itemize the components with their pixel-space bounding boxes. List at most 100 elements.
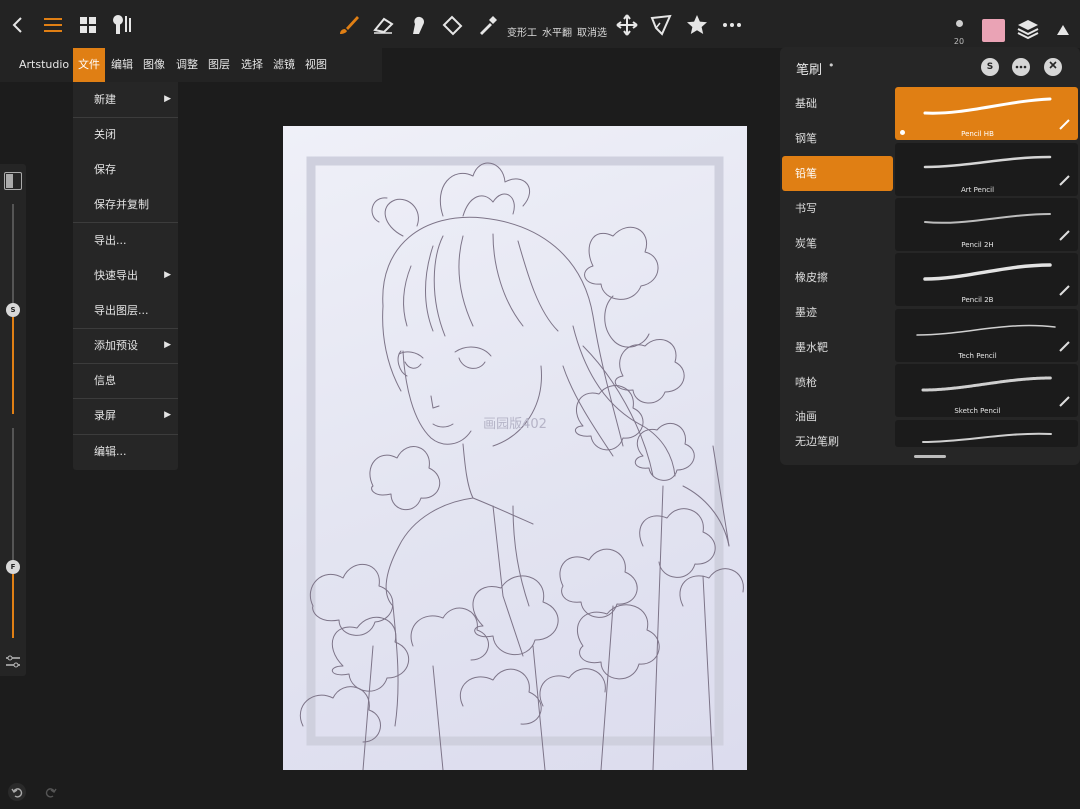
size-slider-fill [12,317,14,414]
panel-resize-handle[interactable] [914,455,946,458]
menu-item-label: 快速导出 [94,269,138,282]
star-icon[interactable] [684,12,710,38]
brush-category-oil[interactable]: 油画 [782,399,893,434]
undo-icon[interactable] [8,783,26,801]
menu-edit[interactable]: 编辑 [111,48,133,82]
brush-card-tech-pencil[interactable]: Tech Pencil [895,309,1078,362]
fill-icon[interactable] [440,12,466,38]
transform-label[interactable]: 变形工 [507,24,537,39]
opacity-slider-knob[interactable]: F [6,560,20,574]
brush-card-sketch-pencil[interactable]: Sketch Pencil [895,364,1078,417]
menu-item-info[interactable]: 信息 [73,363,178,398]
gallery-icon[interactable] [75,12,101,38]
brush-panel: 笔刷 • S 基础 钢笔 铅笔 书写 炭笔 橡皮擦 墨迹 墨水靶 喷枪 油画 无… [780,47,1080,465]
side-slider-panel: S F [0,164,26,676]
brush-category-borderless[interactable]: 无边笔刷 [782,435,893,449]
panel-toggle-icon[interactable] [4,172,22,190]
menu-layer[interactable]: 图层 [208,48,230,82]
menu-item-close[interactable]: 关闭 [73,117,178,152]
brush-card-art-pencil[interactable]: Art Pencil [895,143,1078,196]
menu-item-save-copy[interactable]: 保存并复制 [73,187,178,222]
menu-item-edit[interactable]: 编辑... [73,434,178,469]
menu-item-label: 录屏 [94,409,116,422]
menu-item-label: 关闭 [94,128,116,141]
brush-size-value: 20 [953,37,965,46]
opacity-slider-fill [12,574,14,638]
menu-item-export[interactable]: 导出... [73,223,178,258]
smudge-icon[interactable] [405,12,431,38]
brush-more-icon[interactable] [1012,58,1030,76]
brush-category-eraser[interactable]: 橡皮擦 [782,260,893,295]
brush-category-pencil[interactable]: 铅笔 [782,156,893,191]
brush-edit-icon[interactable] [1058,338,1072,357]
back-icon[interactable] [5,12,31,38]
layers-icon[interactable] [1015,16,1041,42]
color-swatch[interactable] [982,19,1005,42]
brush-stroke-preview [922,432,1052,443]
brush-name: Sketch Pencil [954,407,1001,415]
menu-filter[interactable]: 滤镜 [273,48,295,82]
brush-panel-title-dot: • [828,59,835,72]
close-icon[interactable] [1044,58,1062,76]
size-slider-track[interactable] [12,204,14,310]
menu-image[interactable]: 图像 [143,48,165,82]
brush-category-ink-target[interactable]: 墨水靶 [782,330,893,365]
selection-icon[interactable] [649,12,675,38]
menu-artstudio[interactable]: Artstudio [19,48,69,82]
menu-icon[interactable] [40,12,66,38]
brush-stroke-preview [923,97,1052,115]
brush-edit-icon[interactable] [1058,116,1072,135]
brush-card-partial[interactable] [895,420,1078,447]
brush-category-pen[interactable]: 钢笔 [782,121,893,156]
deselect-label[interactable]: 取消选 [577,24,607,39]
size-slider-knob[interactable]: S [6,303,20,317]
menu-item-label: 保存 [94,163,116,176]
drawing-canvas[interactable]: 画园版402 [283,126,747,770]
brush-size-indicator[interactable]: 20 [950,14,968,46]
brush-category-basic[interactable]: 基础 [782,86,893,121]
menu-item-label: 编辑... [94,445,127,458]
redo-icon[interactable] [42,783,60,801]
opacity-slider-track[interactable] [12,428,14,562]
brush-card-pencil-2b[interactable]: Pencil 2B [895,253,1078,306]
brush-category-airbrush[interactable]: 喷枪 [782,365,893,400]
menu-item-label: 保存并复制 [94,198,149,211]
flip-horizontal-label[interactable]: 水平翻 [542,24,572,39]
brush-name: Pencil HB [961,130,994,138]
brush-card-pencil-hb[interactable]: Pencil HB [895,87,1078,140]
brush-settings-s-button[interactable]: S [981,58,999,76]
menu-file[interactable]: 文件 [73,48,105,82]
app-window: 变形工 水平翻 取消选 20 Artstudio 文件 编辑 图像 调整 图层 … [0,0,1080,809]
brush-settings-icon[interactable] [109,12,135,38]
menu-item-new[interactable]: 新建 ▶ [73,82,178,117]
menu-item-export-layers[interactable]: 导出图层... [73,293,178,328]
brush-edit-icon[interactable] [1058,227,1072,246]
menu-item-label: 信息 [94,374,116,387]
brush-edit-icon[interactable] [1058,172,1072,191]
menu-adjust[interactable]: 调整 [176,48,198,82]
brush-icon[interactable] [336,12,362,38]
menu-item-label: 导出... [94,234,127,247]
menu-view[interactable]: 视图 [305,48,327,82]
more-icon[interactable] [719,12,745,38]
brush-category-charcoal[interactable]: 炭笔 [782,226,893,261]
brush-edit-icon[interactable] [1058,282,1072,301]
menu-item-label: 添加预设 [94,339,138,352]
collapse-icon[interactable] [1050,17,1076,43]
menu-bar: Artstudio 文件 编辑 图像 调整 图层 选择 滤镜 视图 [0,48,382,82]
menu-item-add-preset[interactable]: 添加预设 ▶ [73,328,178,363]
brush-edit-icon[interactable] [1058,393,1072,412]
sketch-artwork: 画园版402 [299,156,744,770]
menu-select[interactable]: 选择 [241,48,263,82]
brush-category-ink[interactable]: 墨迹 [782,295,893,330]
menu-item-quick-export[interactable]: 快速导出 ▶ [73,258,178,293]
brush-stroke-preview [921,376,1053,392]
eraser-icon[interactable] [370,12,396,38]
menu-item-save[interactable]: 保存 [73,152,178,187]
slider-settings-icon[interactable] [5,654,21,673]
eyedropper-icon[interactable] [475,12,501,38]
menu-item-screen-record[interactable]: 录屏 ▶ [73,398,178,433]
move-icon[interactable] [614,12,640,38]
brush-card-pencil-2h[interactable]: Pencil 2H [895,198,1078,251]
brush-category-writing[interactable]: 书写 [782,191,893,226]
